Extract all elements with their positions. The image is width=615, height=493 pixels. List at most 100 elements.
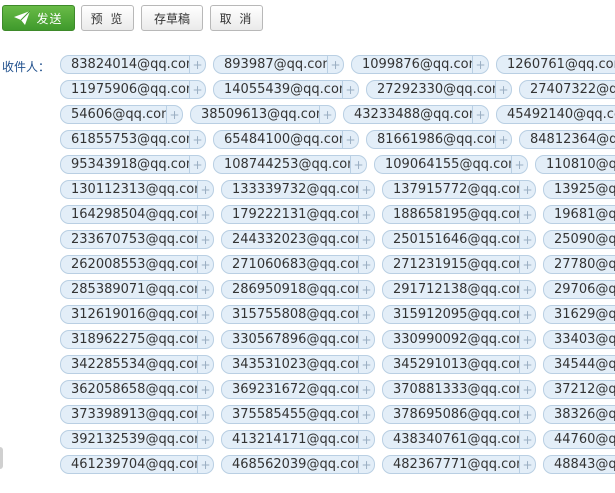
plus-icon[interactable]: + [358,256,374,273]
plus-icon[interactable]: + [358,381,374,398]
plus-icon[interactable]: + [319,106,335,123]
plus-icon[interactable]: + [197,306,213,323]
recipient-chip[interactable]: 27292330@qq.com + [366,80,512,99]
plus-icon[interactable]: + [519,331,535,348]
plus-icon[interactable]: + [358,406,374,423]
recipient-chip[interactable]: 262008553@qq.com + [60,255,214,274]
plus-icon[interactable]: + [166,106,182,123]
recipient-chip[interactable]: 84812364@qq.com+ [519,130,615,149]
recipient-chip[interactable]: 369231672@qq.com + [221,380,375,399]
recipient-chip[interactable]: 482367771@qq.com + [382,455,536,474]
plus-icon[interactable]: + [197,231,213,248]
plus-icon[interactable]: + [519,231,535,248]
plus-icon[interactable]: + [358,181,374,198]
plus-icon[interactable]: + [197,206,213,223]
recipient-chip[interactable]: 392132539@qq.com + [60,430,214,449]
plus-icon[interactable]: + [495,81,511,98]
recipient-chip[interactable]: 312619016@qq.com + [60,305,214,324]
plus-icon[interactable]: + [189,56,205,73]
recipient-chip[interactable]: 250151646@qq.com + [382,230,536,249]
plus-icon[interactable]: + [358,206,374,223]
recipient-chip[interactable]: 95343918@qq.com + [60,155,206,174]
recipient-chip[interactable]: 14055439@qq.com + [213,80,359,99]
recipient-chip[interactable]: 27780@qq.com+ [543,255,615,274]
plus-icon[interactable]: + [519,281,535,298]
recipient-chip[interactable]: 43233488@qq.com + [343,105,489,124]
plus-icon[interactable]: + [350,156,366,173]
plus-icon[interactable]: + [358,331,374,348]
recipient-chip[interactable]: 370881333@qq.com + [382,380,536,399]
plus-icon[interactable]: + [197,256,213,273]
recipient-chip[interactable]: 54606@qq.com + [60,105,183,124]
save-draft-button[interactable]: 存草稿 [141,5,203,31]
plus-icon[interactable]: + [197,456,213,473]
plus-icon[interactable]: + [358,281,374,298]
recipient-chip[interactable]: 378695086@qq.com + [382,405,536,424]
plus-icon[interactable]: + [519,206,535,223]
recipient-chip[interactable]: 291712138@qq.com + [382,280,536,299]
recipient-chip[interactable]: 413214171@qq.com + [221,430,375,449]
recipient-chip[interactable]: 108744253@qq.com + [213,155,367,174]
recipient-chip[interactable]: 893987@qq.com + [213,55,344,74]
plus-icon[interactable]: + [189,156,205,173]
recipient-chip[interactable]: 61855753@qq.com + [60,130,206,149]
recipient-chip[interactable]: 286950918@qq.com + [221,280,375,299]
recipient-chip[interactable]: 110810@qq.com+ [535,155,615,174]
recipient-chip[interactable]: 375585455@qq.com + [221,405,375,424]
recipient-chip[interactable]: 44760@qq.com+ [543,430,615,449]
recipient-chip[interactable]: 233670753@qq.com + [60,230,214,249]
plus-icon[interactable]: + [519,406,535,423]
recipient-chip[interactable]: 29706@qq.com+ [543,280,615,299]
recipient-chip[interactable]: 343531023@qq.com + [221,355,375,374]
plus-icon[interactable]: + [189,81,205,98]
recipient-chip[interactable]: 11975906@qq.com + [60,80,206,99]
recipient-chip[interactable]: 25090@qq.com+ [543,230,615,249]
plus-icon[interactable]: + [197,356,213,373]
plus-icon[interactable]: + [519,356,535,373]
plus-icon[interactable]: + [511,156,527,173]
recipient-chip[interactable]: 342285534@qq.com + [60,355,214,374]
plus-icon[interactable]: + [519,306,535,323]
recipient-chip[interactable]: 13925@qq.com+ [543,180,615,199]
recipients-field[interactable]: 83824014@qq.com + 893987@qq.com + 1099876@qq… [0,53,615,493]
plus-icon[interactable]: + [519,431,535,448]
recipient-chip[interactable]: 318962275@qq.com + [60,330,214,349]
recipient-chip[interactable]: 373398913@qq.com + [60,405,214,424]
plus-icon[interactable]: + [519,381,535,398]
plus-icon[interactable]: + [519,256,535,273]
plus-icon[interactable]: + [358,456,374,473]
recipient-chip[interactable]: 45492140@qq.com+ [496,105,615,124]
recipient-chip[interactable]: 438340761@qq.com + [382,430,536,449]
plus-icon[interactable]: + [197,281,213,298]
plus-icon[interactable]: + [358,306,374,323]
plus-icon[interactable]: + [197,381,213,398]
plus-icon[interactable]: + [519,181,535,198]
recipient-chip[interactable]: 33403@qq.com+ [543,330,615,349]
recipient-chip[interactable]: 179222131@qq.com + [221,205,375,224]
cancel-button[interactable]: 取 消 [210,5,263,31]
recipient-chip[interactable]: 285389071@qq.com + [60,280,214,299]
plus-icon[interactable]: + [495,131,511,148]
plus-icon[interactable]: + [189,131,205,148]
recipient-chip[interactable]: 31629@qq.com+ [543,305,615,324]
plus-icon[interactable]: + [197,431,213,448]
recipient-chip[interactable]: 130112313@qq.com + [60,180,214,199]
recipient-chip[interactable]: 27407322@qq.com+ [519,80,615,99]
recipient-chip[interactable]: 48843@qq.com+ [543,455,615,474]
recipient-chip[interactable]: 468562039@qq.com + [221,455,375,474]
plus-icon[interactable]: + [519,456,535,473]
recipient-chip[interactable]: 271060683@qq.com + [221,255,375,274]
plus-icon[interactable]: + [472,56,488,73]
recipient-chip[interactable]: 34544@qq.com+ [543,355,615,374]
recipient-chip[interactable]: 345291013@qq.com + [382,355,536,374]
recipient-chip[interactable]: 38326@qq.com+ [543,405,615,424]
plus-icon[interactable]: + [327,56,343,73]
recipient-chip[interactable]: 137915772@qq.com + [382,180,536,199]
recipient-chip[interactable]: 83824014@qq.com + [60,55,206,74]
recipient-chip[interactable]: 1099876@qq.com + [351,55,489,74]
plus-icon[interactable]: + [197,406,213,423]
recipient-chip[interactable]: 1260761@qq.com+ [496,55,615,74]
scrollbar-handle[interactable] [0,447,3,469]
plus-icon[interactable]: + [342,131,358,148]
recipient-chip[interactable]: 164298504@qq.com + [60,205,214,224]
